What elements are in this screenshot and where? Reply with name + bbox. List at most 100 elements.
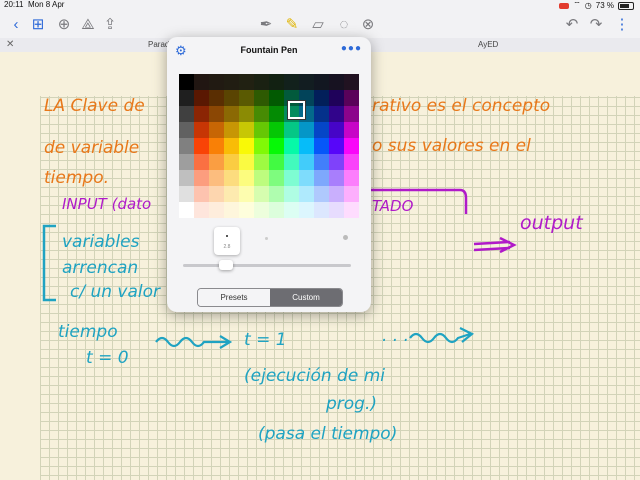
color-swatch[interactable]: [239, 138, 254, 154]
color-swatch[interactable]: [209, 106, 224, 122]
color-swatch[interactable]: [239, 106, 254, 122]
color-swatch[interactable]: [209, 74, 224, 90]
color-grid[interactable]: [179, 74, 359, 218]
color-swatch[interactable]: [194, 122, 209, 138]
color-swatch[interactable]: [179, 106, 194, 122]
color-swatch[interactable]: [299, 154, 314, 170]
color-swatch[interactable]: [314, 122, 329, 138]
color-swatch[interactable]: [179, 170, 194, 186]
color-swatch[interactable]: [269, 138, 284, 154]
color-swatch[interactable]: [239, 154, 254, 170]
color-swatch[interactable]: [224, 170, 239, 186]
presets-segment[interactable]: Presets: [198, 289, 270, 306]
add-icon[interactable]: ⊕: [54, 14, 74, 34]
color-swatch[interactable]: [194, 170, 209, 186]
fountain-pen-icon[interactable]: ✒: [256, 14, 276, 34]
color-swatch[interactable]: [239, 170, 254, 186]
color-swatch[interactable]: [329, 106, 344, 122]
color-swatch[interactable]: [194, 138, 209, 154]
shapes-icon[interactable]: ⟁: [78, 14, 98, 34]
color-swatch[interactable]: [239, 202, 254, 218]
color-swatch[interactable]: [314, 74, 329, 90]
color-swatch[interactable]: [269, 186, 284, 202]
color-swatch[interactable]: [329, 74, 344, 90]
undo-icon[interactable]: ↶: [562, 14, 582, 34]
color-swatch[interactable]: [344, 74, 359, 90]
more-icon[interactable]: ⋮: [612, 14, 632, 34]
color-swatch[interactable]: [209, 154, 224, 170]
color-swatch[interactable]: [179, 90, 194, 106]
color-swatch[interactable]: [284, 74, 299, 90]
color-swatch[interactable]: [179, 122, 194, 138]
highlighter-icon[interactable]: ✎: [282, 14, 302, 34]
color-swatch[interactable]: [239, 90, 254, 106]
color-swatch[interactable]: [194, 74, 209, 90]
color-swatch[interactable]: [344, 122, 359, 138]
color-swatch[interactable]: [329, 122, 344, 138]
color-swatch[interactable]: [314, 170, 329, 186]
color-swatch[interactable]: [284, 202, 299, 218]
color-swatch[interactable]: [194, 90, 209, 106]
color-swatch[interactable]: [269, 154, 284, 170]
color-swatch[interactable]: [254, 186, 269, 202]
color-swatch[interactable]: [344, 138, 359, 154]
color-swatch[interactable]: [194, 186, 209, 202]
color-swatch[interactable]: [239, 74, 254, 90]
color-swatch[interactable]: [224, 74, 239, 90]
color-swatch[interactable]: [314, 202, 329, 218]
color-swatch[interactable]: [284, 122, 299, 138]
eraser-icon[interactable]: ▱: [308, 14, 328, 34]
color-swatch[interactable]: [269, 202, 284, 218]
redo-icon[interactable]: ↷: [586, 14, 606, 34]
color-swatch[interactable]: [344, 170, 359, 186]
color-swatch[interactable]: [254, 90, 269, 106]
color-swatch[interactable]: [254, 202, 269, 218]
color-swatch[interactable]: [284, 138, 299, 154]
color-swatch[interactable]: [179, 74, 194, 90]
color-swatch[interactable]: [209, 138, 224, 154]
color-swatch[interactable]: [239, 186, 254, 202]
color-swatch[interactable]: [179, 186, 194, 202]
color-swatch[interactable]: [209, 186, 224, 202]
color-swatch[interactable]: [314, 106, 329, 122]
color-swatch[interactable]: [284, 170, 299, 186]
color-swatch[interactable]: [254, 74, 269, 90]
color-swatch[interactable]: [329, 202, 344, 218]
color-swatch[interactable]: [314, 90, 329, 106]
color-swatch[interactable]: [344, 186, 359, 202]
color-swatch[interactable]: [344, 106, 359, 122]
color-swatch[interactable]: [254, 170, 269, 186]
size-option-large[interactable]: [343, 235, 348, 240]
color-swatch[interactable]: [209, 202, 224, 218]
color-swatch[interactable]: [299, 202, 314, 218]
share-icon[interactable]: ⇪: [100, 14, 120, 34]
color-swatch[interactable]: [179, 154, 194, 170]
color-swatch[interactable]: [254, 106, 269, 122]
color-swatch[interactable]: [269, 106, 284, 122]
custom-segment[interactable]: Custom: [270, 289, 342, 306]
color-swatch[interactable]: [194, 154, 209, 170]
color-swatch[interactable]: [314, 186, 329, 202]
color-swatch[interactable]: [314, 154, 329, 170]
color-swatch[interactable]: [299, 138, 314, 154]
color-swatch[interactable]: [299, 122, 314, 138]
color-swatch[interactable]: [269, 74, 284, 90]
grid-view-icon[interactable]: ⊞: [28, 14, 48, 34]
size-slider-track[interactable]: [183, 264, 351, 267]
color-swatch[interactable]: [329, 138, 344, 154]
back-icon[interactable]: ‹: [6, 14, 26, 34]
color-swatch[interactable]: [269, 122, 284, 138]
color-swatch[interactable]: [284, 154, 299, 170]
color-swatch[interactable]: [224, 138, 239, 154]
color-swatch[interactable]: [344, 154, 359, 170]
color-swatch[interactable]: [224, 106, 239, 122]
tab-ayed[interactable]: AyED: [478, 40, 498, 49]
color-swatch[interactable]: [224, 122, 239, 138]
color-swatch[interactable]: [269, 170, 284, 186]
color-swatch[interactable]: [179, 202, 194, 218]
color-swatch[interactable]: [254, 154, 269, 170]
color-swatch[interactable]: [239, 122, 254, 138]
color-swatch[interactable]: [314, 138, 329, 154]
size-slider-knob[interactable]: [219, 260, 233, 270]
color-swatch[interactable]: [254, 122, 269, 138]
